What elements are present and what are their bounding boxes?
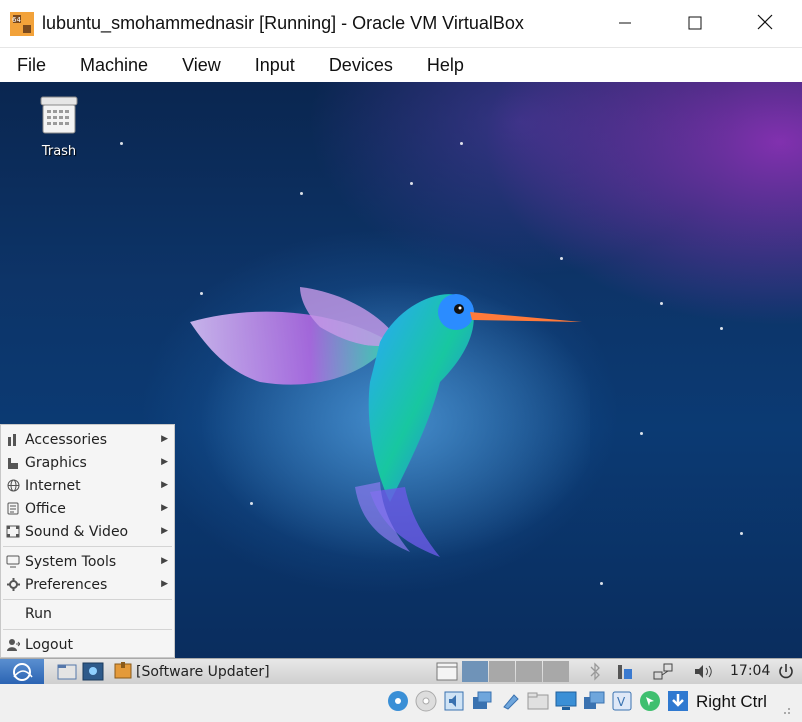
chevron-right-icon: ▶ xyxy=(161,457,168,467)
chevron-right-icon: ▶ xyxy=(161,526,168,536)
globe-icon xyxy=(6,479,20,493)
start-menu-item-accessories[interactable]: Accessories ▶ xyxy=(1,428,174,451)
taskbar-task-software-updater[interactable]: [Software Updater] xyxy=(114,660,274,683)
show-desktop-button[interactable] xyxy=(82,661,104,682)
power-icon[interactable] xyxy=(776,661,798,682)
close-icon xyxy=(757,14,773,34)
maximize-icon xyxy=(688,15,702,34)
host-key-label: Right Ctrl xyxy=(696,692,767,711)
keyboard-capture-icon[interactable] xyxy=(666,689,690,713)
chevron-right-icon: ▶ xyxy=(161,579,168,589)
start-menu-item-internet[interactable]: Internet ▶ xyxy=(1,474,174,497)
resize-grip-icon[interactable] xyxy=(774,698,794,718)
file-manager-button[interactable] xyxy=(56,661,78,682)
menu-machine[interactable]: Machine xyxy=(63,48,165,82)
hard-disk-icon[interactable] xyxy=(386,689,410,713)
usb-icon[interactable] xyxy=(498,689,522,713)
chevron-right-icon: ▶ xyxy=(161,556,168,566)
logout-icon xyxy=(6,638,20,652)
virtualbox-app-icon: 64 xyxy=(8,10,36,38)
svg-text:64: 64 xyxy=(12,16,21,24)
software-updater-icon xyxy=(114,661,132,683)
workspace-1[interactable] xyxy=(462,661,488,682)
accessories-icon xyxy=(6,433,20,447)
menubar: File Machine View Input Devices Help xyxy=(0,48,802,82)
start-menu-label: Office xyxy=(25,500,66,517)
workspace-2[interactable] xyxy=(489,661,515,682)
monitor-icon xyxy=(6,555,20,569)
video-capture-icon[interactable] xyxy=(582,689,606,713)
menu-view[interactable]: View xyxy=(165,48,238,82)
start-menu-item-preferences[interactable]: Preferences ▶ xyxy=(1,573,174,596)
virtualization-icon[interactable]: V xyxy=(610,689,634,713)
close-button[interactable] xyxy=(730,0,800,48)
start-menu-label: Internet xyxy=(25,477,81,494)
menu-file[interactable]: File xyxy=(0,48,63,82)
mouse-integration-icon[interactable] xyxy=(638,689,662,713)
volume-icon[interactable] xyxy=(692,661,714,682)
workspace-3[interactable] xyxy=(516,661,542,682)
chevron-right-icon: ▶ xyxy=(161,480,168,490)
window-title: lubuntu_smohammednasir [Running] - Oracl… xyxy=(42,13,524,33)
start-menu-button[interactable] xyxy=(0,659,44,684)
start-menu: Accessories ▶ Graphics ▶ Internet ▶ Offi… xyxy=(0,424,175,658)
start-menu-label: Accessories xyxy=(25,431,108,448)
taskbar-task-label: [Software Updater] xyxy=(136,663,270,680)
start-menu-item-graphics[interactable]: Graphics ▶ xyxy=(1,451,174,474)
office-icon xyxy=(6,502,20,516)
start-menu-label: Graphics xyxy=(25,454,87,471)
film-icon xyxy=(6,525,20,539)
menu-help[interactable]: Help xyxy=(410,48,481,82)
start-menu-label: Logout xyxy=(25,636,73,653)
desktop-icon-label: Trash xyxy=(41,144,77,159)
window-titlebar[interactable]: 64 lubuntu_smohammednasir [Running] - Or… xyxy=(0,0,802,48)
gear-icon xyxy=(6,578,20,592)
vbox-statusbar: V Right Ctrl xyxy=(0,684,802,720)
display-icon[interactable] xyxy=(554,689,578,713)
audio-icon[interactable] xyxy=(442,689,466,713)
optical-drive-icon[interactable] xyxy=(414,689,438,713)
menu-separator xyxy=(3,629,172,630)
minimize-button[interactable] xyxy=(590,0,660,48)
start-menu-item-office[interactable]: Office ▶ xyxy=(1,497,174,520)
menu-separator xyxy=(3,546,172,547)
chevron-right-icon: ▶ xyxy=(161,434,168,444)
menu-devices[interactable]: Devices xyxy=(312,48,410,82)
menu-separator xyxy=(3,599,172,600)
start-menu-item-logout[interactable]: Logout xyxy=(1,633,174,656)
workspace-4[interactable] xyxy=(543,661,569,682)
trash-icon xyxy=(38,96,80,140)
svg-text:V: V xyxy=(617,695,626,709)
start-menu-item-sound-video[interactable]: Sound & Video ▶ xyxy=(1,520,174,543)
updates-available-icon[interactable] xyxy=(614,661,636,682)
start-menu-label: System Tools xyxy=(25,553,117,570)
minimize-icon xyxy=(618,15,632,34)
network-adapter-icon[interactable] xyxy=(470,689,494,713)
shared-folders-icon[interactable] xyxy=(526,689,550,713)
chevron-right-icon: ▶ xyxy=(161,503,168,513)
maximize-button[interactable] xyxy=(660,0,730,48)
start-menu-item-system-tools[interactable]: System Tools ▶ xyxy=(1,550,174,573)
guest-taskbar: [Software Updater] 17:04 xyxy=(0,658,802,684)
start-menu-label: Sound & Video xyxy=(25,523,129,540)
taskbar-clock[interactable]: 17:04 xyxy=(730,659,770,684)
bluetooth-icon[interactable] xyxy=(588,661,610,682)
start-menu-item-run[interactable]: Run xyxy=(1,603,174,626)
menu-input[interactable]: Input xyxy=(238,48,312,82)
hummingbird-wallpaper xyxy=(190,282,590,562)
graphics-icon xyxy=(6,456,20,470)
workspace-switcher xyxy=(462,661,570,682)
network-icon[interactable] xyxy=(652,661,674,682)
start-menu-label: Preferences xyxy=(25,576,108,593)
desktop-icon-trash[interactable]: Trash xyxy=(32,94,86,159)
window-list-button[interactable] xyxy=(436,661,458,682)
